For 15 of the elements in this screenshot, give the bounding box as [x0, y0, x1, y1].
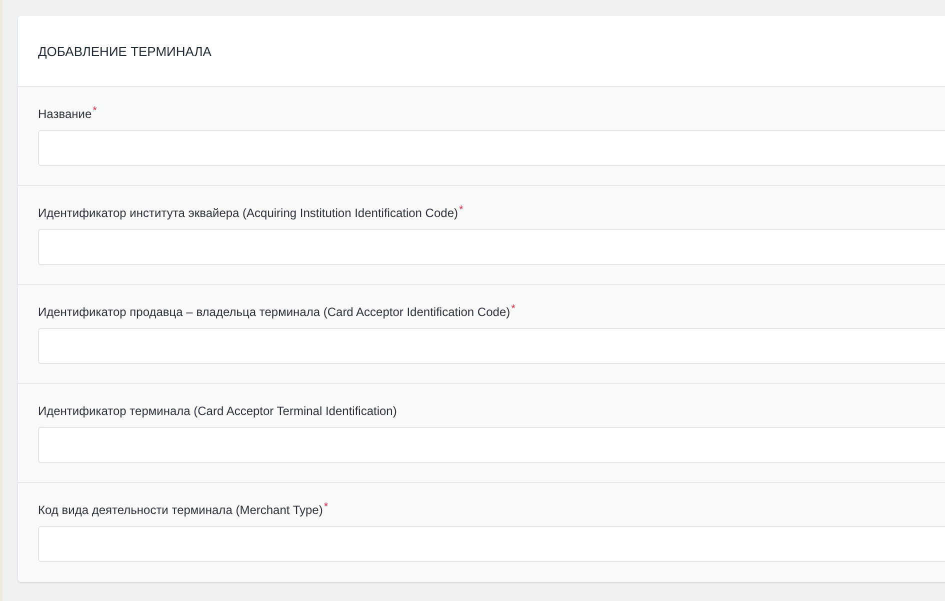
input-field[interactable]: [38, 427, 945, 463]
input-field[interactable]: [38, 130, 945, 166]
field-label: Идентификатор продавца – владельца терминала (Card Acceptor Identification Code): [38, 304, 510, 320]
input-field[interactable]: [38, 328, 945, 364]
field-label: Название: [38, 106, 92, 122]
field-label: Идентификатор института эквайера (Acquiring Institution Identification Code): [38, 205, 458, 221]
field-label: Код вида деятельности терминала (Merchant Type): [38, 502, 323, 518]
required-mark: *: [92, 106, 97, 116]
required-mark: *: [324, 502, 328, 512]
card-title: ДОБАВЛЕНИЕ ТЕРМИНАЛА: [38, 44, 212, 58]
required-mark: *: [511, 304, 516, 314]
input-field[interactable]: [38, 229, 945, 265]
input-field[interactable]: [38, 526, 945, 562]
field-label: Идентификатор терминала (Card Acceptor Terminal Identification): [38, 403, 397, 419]
required-mark: *: [459, 205, 464, 215]
